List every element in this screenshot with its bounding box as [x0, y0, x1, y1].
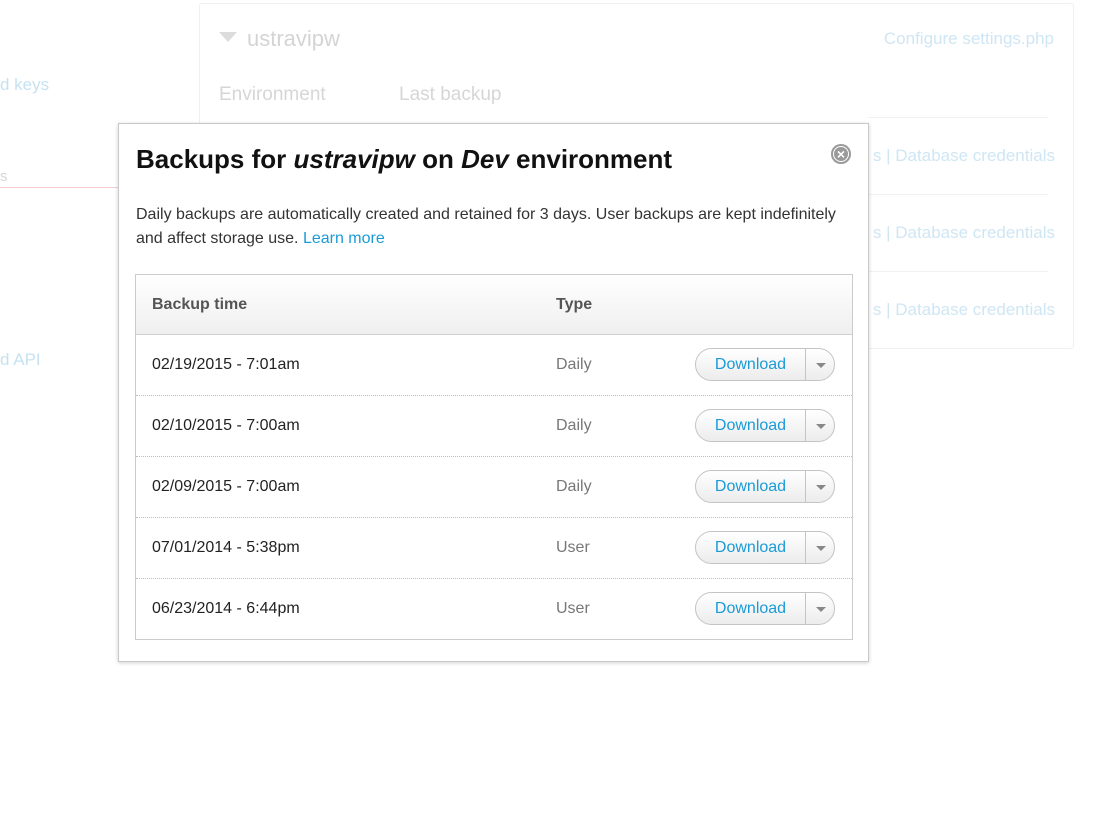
download-button[interactable]: Download: [696, 349, 806, 380]
backup-time: 06/23/2014 - 6:44pm: [152, 600, 300, 617]
backups-modal: Backups for ustravipw on Dev environment…: [118, 123, 869, 662]
title-suffix: environment: [508, 144, 673, 174]
download-split-button: Download: [695, 348, 835, 381]
site-name: ustravipw: [247, 26, 340, 51]
dropdown-caret-icon[interactable]: [806, 410, 834, 441]
description-text: Daily backups are automatically created …: [136, 206, 836, 247]
dropdown-caret-icon[interactable]: [806, 349, 834, 380]
backups-table: Backup time Type 02/19/2015 - 7:01am Dai…: [135, 274, 853, 640]
backup-time: 02/19/2015 - 7:01am: [152, 356, 300, 373]
download-split-button: Download: [695, 592, 835, 625]
row-divider: [868, 271, 1048, 272]
dropdown-caret-icon[interactable]: [806, 471, 834, 502]
table-row: 06/23/2014 - 6:44pm User Download: [136, 578, 852, 639]
table-row: 02/19/2015 - 7:01am Daily Download: [136, 335, 852, 395]
table-row: 02/09/2015 - 7:00am Daily Download: [136, 456, 852, 517]
download-button[interactable]: Download: [696, 471, 806, 502]
download-button[interactable]: Download: [696, 532, 806, 563]
title-middle: on: [414, 144, 462, 174]
modal-title: Backups for ustravipw on Dev environment: [136, 144, 672, 175]
table-header: Backup time Type: [136, 275, 852, 335]
backup-time: 02/09/2015 - 7:00am: [152, 478, 300, 495]
modal-description: Daily backups are automatically created …: [136, 203, 861, 251]
database-credentials-link[interactable]: s | Database credentials: [873, 223, 1055, 243]
title-prefix: Backups for: [136, 144, 294, 174]
sidebar-item-active[interactable]: s: [0, 168, 118, 188]
download-button[interactable]: Download: [696, 593, 806, 624]
backup-type: Daily: [556, 356, 592, 373]
row-divider: [868, 117, 1048, 118]
download-split-button: Download: [695, 531, 835, 564]
backup-type: User: [556, 539, 590, 556]
caret-down-icon[interactable]: [219, 32, 237, 42]
title-environment: Dev: [461, 144, 509, 174]
last-backup-column-header: Last backup: [399, 84, 502, 105]
download-split-button: Download: [695, 409, 835, 442]
backup-type: Daily: [556, 417, 592, 434]
backup-time-column-header: Backup time: [152, 296, 248, 313]
type-column-header: Type: [556, 296, 593, 313]
database-credentials-link[interactable]: s | Database credentials: [873, 146, 1055, 166]
database-credentials-link[interactable]: s | Database credentials: [873, 300, 1055, 320]
environment-column-header: Environment: [219, 84, 326, 105]
site-header[interactable]: ustravipw: [219, 26, 340, 52]
sidebar-link-api[interactable]: d API: [0, 350, 41, 370]
configure-settings-link[interactable]: Configure settings.php: [884, 29, 1054, 49]
backup-type: User: [556, 600, 590, 617]
download-button[interactable]: Download: [696, 410, 806, 441]
sidebar-link-keys[interactable]: d keys: [0, 75, 49, 95]
backup-time: 02/10/2015 - 7:00am: [152, 417, 300, 434]
download-split-button: Download: [695, 470, 835, 503]
title-site-name: ustravipw: [293, 144, 415, 174]
row-divider: [868, 194, 1048, 195]
dropdown-caret-icon[interactable]: [806, 593, 834, 624]
dropdown-caret-icon[interactable]: [806, 532, 834, 563]
backup-time: 07/01/2014 - 5:38pm: [152, 539, 300, 556]
table-row: 02/10/2015 - 7:00am Daily Download: [136, 395, 852, 456]
learn-more-link[interactable]: Learn more: [303, 230, 385, 247]
backup-type: Daily: [556, 478, 592, 495]
table-row: 07/01/2014 - 5:38pm User Download: [136, 517, 852, 578]
close-icon[interactable]: ×: [831, 144, 851, 164]
